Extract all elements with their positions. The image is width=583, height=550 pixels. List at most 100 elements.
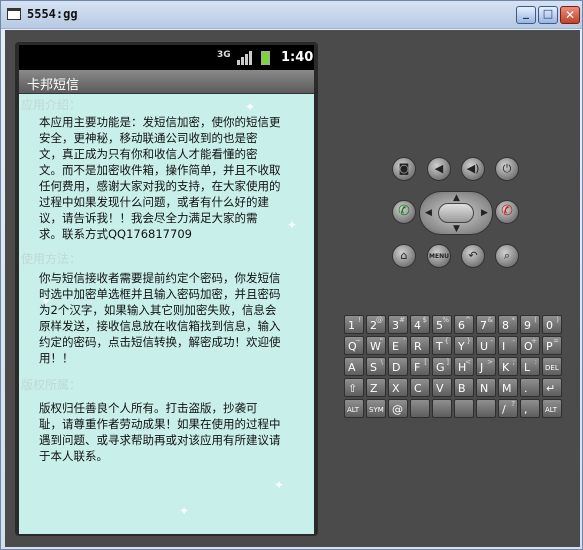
key-8[interactable]: 8 * — [498, 315, 518, 334]
key-z[interactable]: Z — [366, 378, 386, 397]
key-k[interactable]: K; — [498, 357, 518, 376]
menu-button[interactable]: MENU — [427, 244, 451, 268]
key-5[interactable]: 5% — [432, 315, 452, 334]
app-title: 卡邦短信 — [27, 78, 80, 93]
key-label: X — [392, 382, 400, 395]
key-space[interactable] — [432, 399, 452, 418]
key-q[interactable]: Q ~ — [344, 336, 364, 355]
key-l[interactable]: L: — [520, 357, 540, 376]
end-call-icon: ✆ — [501, 203, 513, 219]
key-label: 0 — [546, 319, 553, 332]
text-line: 原样发送，接收信息放在收信箱找到信息，输入 — [39, 319, 281, 333]
key-1[interactable]: 1! — [344, 315, 364, 334]
key-4[interactable]: 4 $ — [410, 315, 430, 334]
key-del[interactable]: DEL — [542, 357, 562, 376]
key-3[interactable]: 3 # — [388, 315, 408, 334]
key-f[interactable]: F[ — [410, 357, 430, 376]
key-m[interactable]: M — [498, 378, 518, 397]
key-symbol[interactable]: . — [520, 378, 540, 397]
key-label: DEL — [545, 364, 559, 372]
key-9[interactable]: 9( — [520, 315, 540, 334]
key-label: 1 — [348, 319, 355, 332]
volume-down-button[interactable]: ◀ — [427, 157, 451, 181]
key-space[interactable] — [454, 399, 474, 418]
close-button[interactable]: ✕ — [560, 6, 580, 24]
call-button[interactable]: ✆ — [392, 200, 416, 224]
power-button[interactable]: ⏻ — [495, 157, 519, 181]
key-r[interactable]: R — [410, 336, 430, 355]
minimize-button[interactable]: _ — [516, 5, 536, 24]
title-bar[interactable]: 5554:gg _ □ ✕ — [1, 1, 582, 29]
text-line: 用！！ — [39, 351, 74, 365]
key-alt[interactable]: ALT — [344, 399, 364, 418]
battery-icon — [261, 51, 270, 65]
key-h[interactable]: H < — [454, 357, 474, 376]
key-symbol[interactable]: , — [520, 399, 540, 418]
key-p[interactable]: P = — [542, 336, 562, 355]
maximize-icon: □ — [542, 7, 554, 20]
key-symbol[interactable]: ↵ — [542, 378, 562, 397]
key-7[interactable]: 7 & — [476, 315, 496, 334]
dpad-center-button[interactable] — [438, 203, 474, 223]
dpad[interactable]: ▲ ▼ ◀ ▶ — [419, 191, 493, 235]
key-alt-label: * — [511, 316, 516, 324]
close-icon: ✕ — [564, 8, 576, 22]
maximize-button[interactable]: □ — [538, 6, 558, 24]
key-a[interactable]: A — [344, 357, 364, 376]
window-title: 5554:gg — [27, 7, 78, 21]
key-b[interactable]: B — [454, 378, 474, 397]
key-y[interactable]: Y} — [454, 336, 474, 355]
volume-down-icon: ◀ — [434, 162, 444, 175]
key-g[interactable]: G] — [432, 357, 452, 376]
key-2[interactable]: 2 @ — [366, 315, 386, 334]
key-j[interactable]: J > — [476, 357, 496, 376]
key-i[interactable]: I- — [498, 336, 518, 355]
key-symbol[interactable]: @ — [388, 399, 408, 418]
text-line: 约定的密码，点击短信转换，解密成功！欢迎使 — [39, 335, 281, 349]
key-d[interactable]: D — [388, 357, 408, 376]
key-space[interactable] — [476, 399, 496, 418]
key-o[interactable]: O + — [520, 336, 540, 355]
key-label: B — [458, 382, 466, 395]
key-space[interactable] — [410, 399, 430, 418]
key-sym[interactable]: SYM — [366, 399, 386, 418]
key-label: C — [414, 382, 422, 395]
key-symbol[interactable]: ⇧ — [344, 378, 364, 397]
search-button[interactable]: ⌕ — [495, 244, 519, 268]
key-0[interactable]: 0) — [542, 315, 562, 334]
dpad-right-icon: ▶ — [481, 208, 488, 218]
key-symbol[interactable]: /? — [498, 399, 518, 418]
text-line: 求。联系方式QQ176817709 — [39, 227, 192, 241]
key-label: J — [480, 361, 484, 374]
key-n[interactable]: N — [476, 378, 496, 397]
hardware-keyboard: 1! 2 @3 #4 $5% 6 ^ 7 & 8 * 9(0) Q ~ W " E ' R T{Y} U - I - O + P = A… — [344, 313, 570, 423]
key-c[interactable]: C — [410, 378, 430, 397]
key-label: U — [480, 340, 489, 353]
key-w[interactable]: W " — [366, 336, 386, 355]
key-label: A — [348, 361, 356, 374]
text-line: 文。而不是加密收件箱，操作简单，并且不收取 — [39, 163, 281, 177]
key-v[interactable]: V — [432, 378, 452, 397]
text-line: 过程中如果发现什么问题，或者有什么好的建 — [39, 195, 269, 209]
key-x[interactable]: X — [388, 378, 408, 397]
status-bar: 3G 1:40 — [19, 45, 314, 70]
key-label: K — [502, 361, 510, 374]
home-icon: ⌂ — [400, 249, 408, 262]
key-t[interactable]: T{ — [432, 336, 452, 355]
key-e[interactable]: E ' — [388, 336, 408, 355]
key-label: ALT — [347, 406, 360, 414]
key-alt-label: } — [466, 337, 471, 345]
volume-up-button[interactable]: ◀) — [461, 157, 485, 181]
key-alt-label: ' — [403, 337, 405, 345]
key-label: . — [524, 382, 528, 395]
back-button[interactable]: ↶ — [461, 244, 485, 268]
key-s[interactable]: S \ — [366, 357, 386, 376]
content-area[interactable]: ✦ ✦ ✦ ✦ ✦ ✦ 应用介绍： 本应用主要功能是：发短信加密，使你的短信更 … — [19, 94, 314, 534]
minimize-icon: _ — [523, 5, 529, 19]
key-6[interactable]: 6 ^ — [454, 315, 474, 334]
key-alt[interactable]: ALT — [542, 399, 562, 418]
key-u[interactable]: U- — [476, 336, 496, 355]
camera-button[interactable]: ◙ — [392, 157, 416, 181]
end-call-button[interactable]: ✆ — [495, 200, 519, 224]
home-button[interactable]: ⌂ — [392, 244, 416, 268]
